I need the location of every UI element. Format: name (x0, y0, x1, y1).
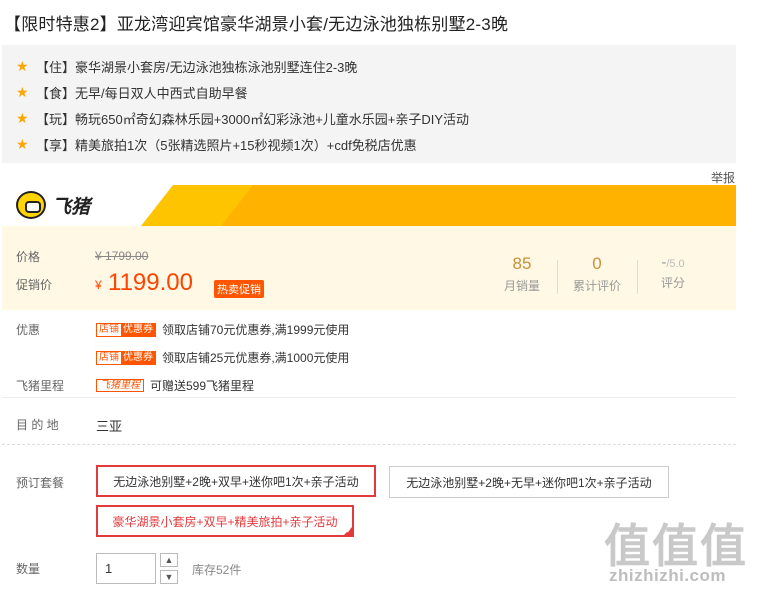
star-icon: ★ (16, 135, 29, 152)
hot-sale-badge: 热卖促销 (214, 280, 264, 298)
feature-text: 【食】无早/每日双人中西式自助早餐 (36, 85, 248, 101)
selected-check-icon (343, 526, 353, 536)
feature-text: 【玩】畅玩650㎡奇幻森林乐园+3000㎡幻彩泳池+儿童水乐园+亲子DIY活动 (36, 111, 470, 127)
package-option-text: 豪华湖景小套房+双早+精美旅拍+亲子活动 (112, 514, 338, 529)
coupon-tag-type: 优惠券 (121, 323, 155, 336)
price-label: 价格 (16, 250, 41, 264)
monthly-sales-value: 85 (512, 254, 532, 273)
report-link[interactable]: 举报 (711, 169, 735, 186)
chevron-up-icon[interactable]: ▲ (160, 553, 178, 567)
divider (557, 260, 558, 294)
rating-caption: 评分 (660, 276, 685, 290)
coupon-item[interactable]: 店铺 优惠券 领取店铺70元优惠券,满1999元使用 (96, 321, 349, 338)
rating: -/5.0 评分 (638, 254, 708, 291)
coupon-text: 领取店铺25元优惠券,满1000元使用 (162, 351, 350, 365)
package-option-text: 无边泳池别墅+2晚+双早+迷你吧1次+亲子活动 (113, 474, 359, 489)
price-panel: 价格 ¥ 1799.00 促销价 ¥ 1199.00 热卖促销 85 月销量 0… (2, 226, 736, 310)
review-count-value: 0 (592, 254, 602, 273)
mileage-info: 飞猪里程 可赠送599飞猪里程 (96, 377, 254, 394)
star-icon: ★ (16, 83, 29, 100)
promo-price: 1199.00 (108, 269, 193, 296)
chevron-down-icon[interactable]: ▼ (160, 570, 178, 584)
review-count-caption: 累计评价 (572, 279, 621, 293)
product-title: 【限时特惠2】亚龙湾迎宾馆豪华湖景小套/无边泳池独栋别墅2-3晚 (4, 15, 509, 34)
fliggy-logo-icon (16, 191, 46, 219)
brand-logo: 飞猪 (16, 191, 90, 219)
coupon-label: 优惠 (16, 323, 41, 337)
package-option-text: 无边泳池别墅+2晚+无早+迷你吧1次+亲子活动 (406, 475, 652, 490)
package-option-villa-no-breakfast[interactable]: 无边泳池别墅+2晚+无早+迷你吧1次+亲子活动 (389, 466, 669, 498)
feature-item: ★ 【玩】畅玩650㎡奇幻森林乐园+3000㎡幻彩泳池+儿童水乐园+亲子DIY活… (16, 107, 469, 129)
brand-banner: 飞猪 (2, 185, 736, 226)
monthly-sales: 85 月销量 (487, 254, 557, 294)
feature-list: ★ 【住】豪华湖景小套房/无边泳池独栋泳池别墅连住2-3晚 ★ 【食】无早/每日… (2, 45, 736, 163)
star-icon: ★ (16, 109, 29, 126)
review-count[interactable]: 0 累计评价 (562, 254, 632, 294)
watermark-url: zhizhizhi.com (609, 566, 726, 585)
quantity-input[interactable]: 1 (96, 553, 156, 584)
feature-text: 【住】豪华湖景小套房/无边泳池独栋泳池别墅连住2-3晚 (36, 59, 358, 75)
package-option-lake-suite[interactable]: 豪华湖景小套房+双早+精美旅拍+亲子活动 (96, 505, 354, 537)
rating-max: /5.0 (666, 258, 685, 270)
mileage-label: 飞猪里程 (16, 379, 65, 393)
mileage-text: 可赠送599飞猪里程 (150, 379, 255, 393)
coupon-text: 领取店铺70元优惠券,满1999元使用 (162, 323, 350, 337)
coupon-tag-shop: 店铺 (99, 351, 119, 363)
feature-item: ★ 【住】豪华湖景小套房/无边泳池独栋泳池别墅连住2-3晚 (16, 55, 357, 77)
monthly-sales-caption: 月销量 (503, 279, 540, 293)
coupon-tag: 店铺 优惠券 (96, 350, 156, 365)
coupon-tag: 店铺 优惠券 (96, 322, 156, 337)
dashed-divider (2, 444, 736, 445)
banner-stripe (196, 185, 736, 226)
stock-count: 库存52件 (192, 563, 242, 577)
quantity-label: 数量 (16, 562, 41, 576)
destination-value: 三亚 (96, 419, 123, 434)
promo-price-label: 促销价 (16, 278, 53, 292)
package-option-villa-breakfast[interactable]: 无边泳池别墅+2晚+双早+迷你吧1次+亲子活动 (96, 465, 376, 497)
feature-item: ★ 【享】精美旅拍1次（5张精选照片+15秒视频1次）+cdf免税店优惠 (16, 133, 417, 155)
star-icon: ★ (16, 57, 29, 74)
coupon-tag-type: 优惠券 (121, 351, 155, 364)
currency-symbol: ¥ (95, 278, 102, 292)
coupon-tag-shop: 店铺 (99, 323, 119, 335)
coupon-item[interactable]: 店铺 优惠券 领取店铺25元优惠券,满1000元使用 (96, 349, 349, 366)
package-label: 预订套餐 (16, 476, 65, 490)
mileage-tag: 飞猪里程 (96, 379, 144, 392)
original-price: ¥ 1799.00 (95, 249, 149, 263)
divider (2, 397, 736, 398)
destination-label: 目 的 地 (16, 418, 59, 432)
feature-text: 【享】精美旅拍1次（5张精选照片+15秒视频1次）+cdf免税店优惠 (36, 137, 417, 153)
feature-item: ★ 【食】无早/每日双人中西式自助早餐 (16, 81, 248, 103)
brand-name: 飞猪 (52, 196, 91, 218)
